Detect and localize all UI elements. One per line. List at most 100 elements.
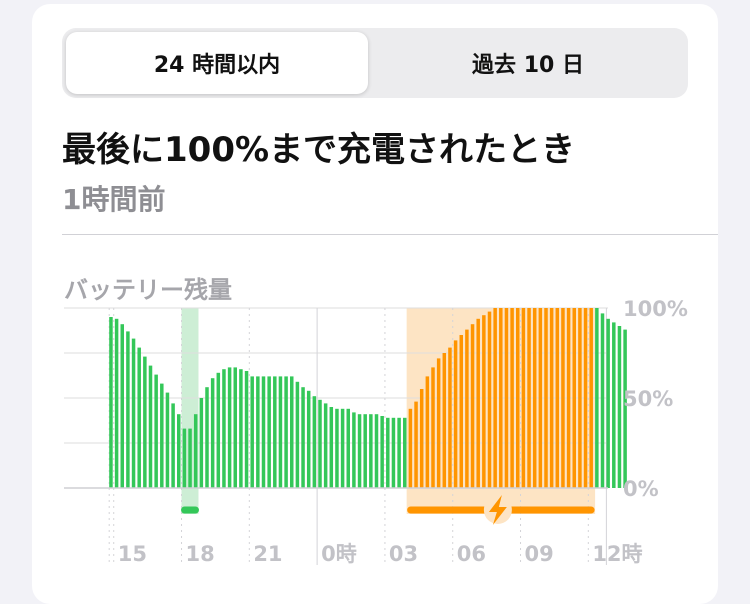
battery-bar xyxy=(126,331,130,488)
battery-bar xyxy=(578,308,582,488)
battery-bar xyxy=(318,399,322,488)
battery-bar xyxy=(465,329,469,488)
battery-bar xyxy=(278,376,283,488)
battery-bar xyxy=(448,347,452,488)
battery-bar xyxy=(363,414,367,488)
battery-bar xyxy=(589,308,593,488)
battery-bar xyxy=(555,308,560,488)
battery-bar xyxy=(222,369,226,488)
battery-bar xyxy=(143,356,147,488)
battery-bar xyxy=(261,376,266,488)
battery-bar xyxy=(177,414,181,488)
battery-bar xyxy=(346,408,351,488)
battery-bar xyxy=(408,408,413,488)
battery-bar xyxy=(233,367,238,488)
battery-bar xyxy=(171,403,175,488)
battery-bar xyxy=(352,412,356,488)
battery-bar xyxy=(419,389,424,488)
battery-bar xyxy=(442,353,447,488)
battery-bar xyxy=(391,417,396,488)
battery-bar xyxy=(386,417,390,488)
battery-bar xyxy=(482,315,486,488)
battery-bar xyxy=(369,414,373,488)
battery-bar xyxy=(295,381,300,488)
battery-bar xyxy=(403,417,407,488)
battery-bar xyxy=(256,376,260,488)
battery-bar xyxy=(397,417,401,488)
battery-bar xyxy=(487,311,492,488)
battery-bar xyxy=(414,401,418,488)
battery-bar xyxy=(284,376,288,488)
battery-bar xyxy=(199,398,204,488)
x-axis-tick-label: 03 xyxy=(389,542,418,566)
battery-bar xyxy=(595,308,599,488)
battery-bar xyxy=(210,378,215,488)
x-axis-tick-label: 18 xyxy=(186,542,215,566)
battery-bar xyxy=(431,367,435,488)
x-axis-tick-label: 15 xyxy=(118,542,147,566)
battery-bar xyxy=(148,365,153,488)
battery-bar xyxy=(301,387,305,488)
battery-bar xyxy=(380,416,384,488)
battery-bar xyxy=(532,308,537,488)
battery-bar xyxy=(493,308,497,488)
battery-bar xyxy=(470,324,475,488)
battery-bar xyxy=(606,318,610,488)
battery-bar xyxy=(323,403,328,488)
battery-bar xyxy=(561,308,565,488)
battery-bar xyxy=(459,335,464,488)
battery-bar xyxy=(137,347,141,488)
battery-bar xyxy=(188,428,192,488)
battery-bar xyxy=(527,308,531,488)
battery-bar xyxy=(267,376,271,488)
battery-bar xyxy=(114,318,119,488)
battery-bar xyxy=(160,383,164,488)
battery-bar xyxy=(239,369,243,488)
battery-bar xyxy=(436,358,441,488)
battery-bar xyxy=(244,371,249,488)
battery-bar xyxy=(306,390,311,488)
battery-bar xyxy=(154,374,158,488)
battery-bar xyxy=(250,376,254,488)
battery-bar xyxy=(612,322,616,488)
battery-bar xyxy=(165,392,170,488)
y-axis-tick-label: 100% xyxy=(623,297,688,321)
battery-bar xyxy=(120,324,125,488)
battery-bar xyxy=(572,308,577,488)
battery-bar xyxy=(109,317,113,488)
x-axis-tick-label: 12時 xyxy=(592,542,642,566)
battery-bar xyxy=(425,376,430,488)
x-axis-tick-label: 09 xyxy=(525,542,554,566)
battery-bar xyxy=(357,414,362,488)
x-axis-tick-label: 21 xyxy=(253,542,282,566)
battery-bar xyxy=(335,408,339,488)
battery-bar xyxy=(617,326,622,488)
battery-bar xyxy=(521,308,526,488)
battery-bar xyxy=(374,414,379,488)
battery-bar xyxy=(476,318,480,488)
battery-bar xyxy=(329,407,334,488)
battery-bar xyxy=(193,414,198,488)
battery-bar xyxy=(453,340,458,488)
battery-bar xyxy=(182,428,187,488)
battery-bar xyxy=(205,387,209,488)
battery-bar xyxy=(600,313,605,488)
battery-bar xyxy=(290,376,294,488)
y-axis-tick-label: 0% xyxy=(623,477,659,501)
battery-bar xyxy=(544,308,548,488)
battery-bar xyxy=(583,308,588,488)
battery-bar xyxy=(516,308,520,488)
battery-bar xyxy=(566,308,571,488)
battery-level-chart: 100% 50% 0% 15 18 21 0時 03 06 09 12時 xyxy=(64,297,688,566)
battery-bar xyxy=(227,367,232,488)
battery-bar xyxy=(340,408,345,488)
y-axis-tick-label: 50% xyxy=(623,387,673,411)
x-axis-tick-label: 0時 xyxy=(321,542,357,566)
battery-bar xyxy=(312,396,317,488)
battery-bar xyxy=(504,308,509,488)
battery-bar xyxy=(216,372,221,488)
battery-bar xyxy=(549,308,554,488)
x-axis-tick-label: 06 xyxy=(457,542,486,566)
battery-bar xyxy=(510,308,514,488)
battery-bar xyxy=(499,308,503,488)
